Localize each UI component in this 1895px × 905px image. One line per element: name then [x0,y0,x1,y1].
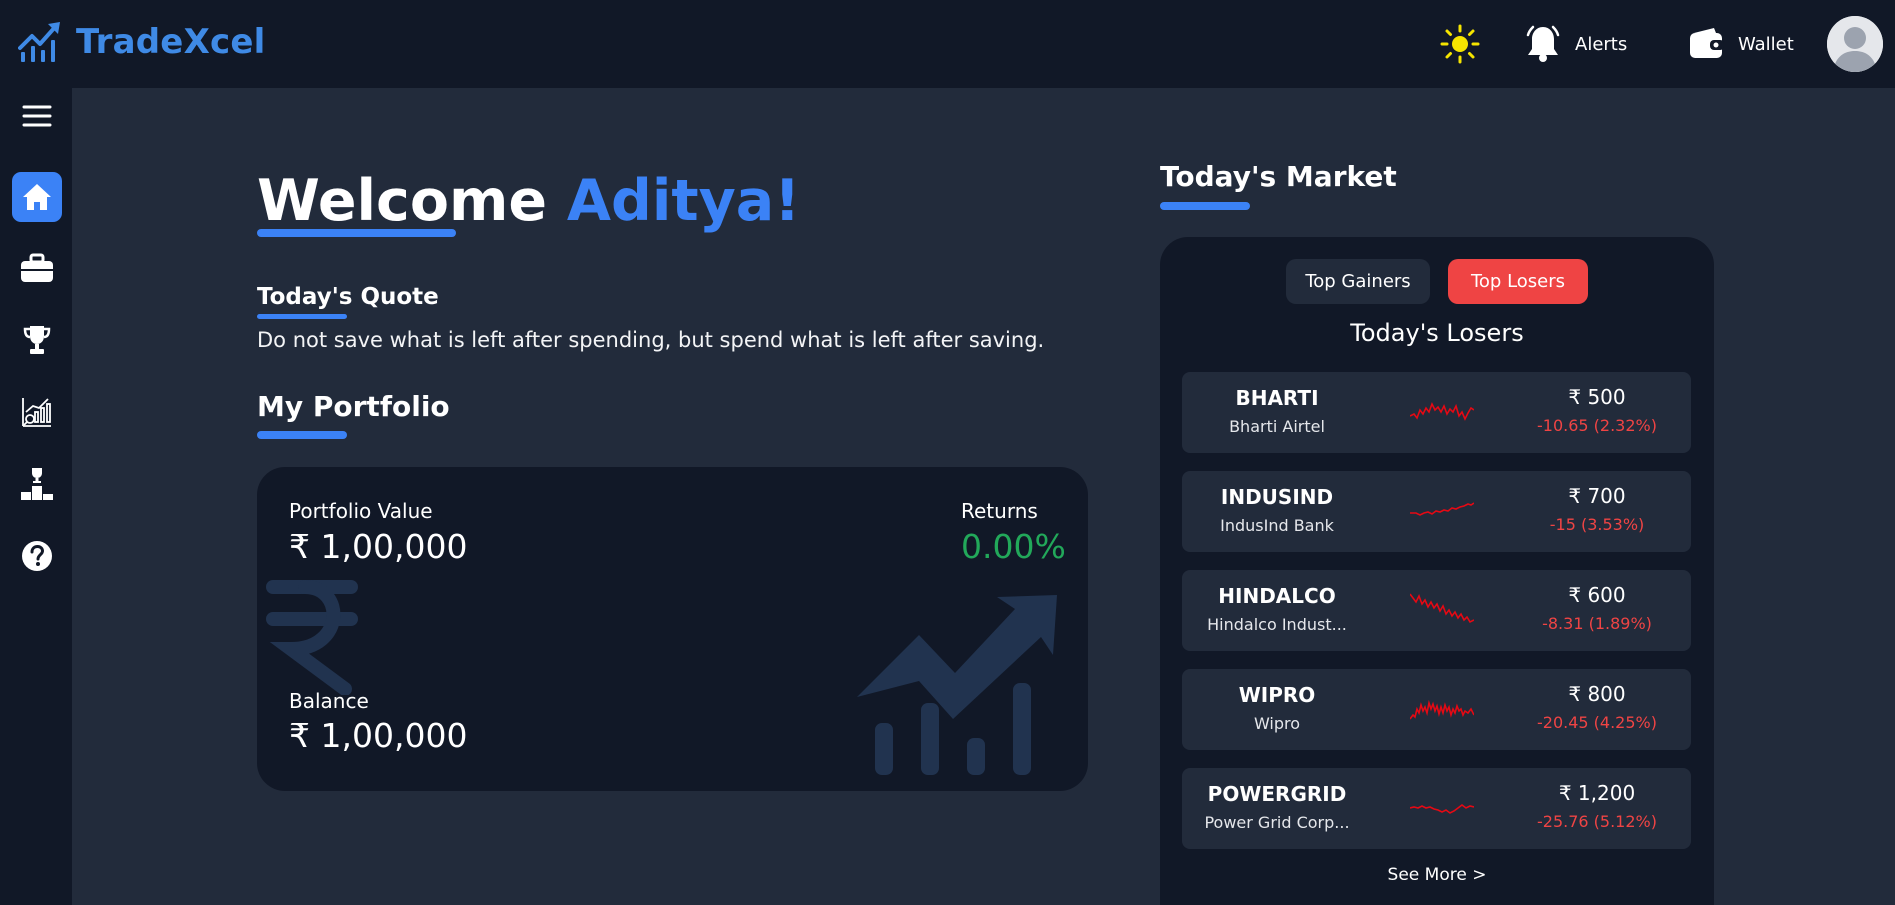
portfolio-card: Portfolio Value ₹ 1,00,000 Returns 0.00%… [257,467,1088,791]
portfolio-underline [257,431,347,439]
stock-sparkline [1410,402,1474,421]
wallet-label: Wallet [1738,33,1794,55]
menu-icon [22,105,52,127]
stock-symbol: WIPRO [1238,683,1316,707]
balance-label: Balance [289,689,369,713]
stock-change: -25.76 (5.12%) [1537,812,1657,831]
growth-chart-watermark-icon [857,595,1057,775]
stock-name: Power Grid Corp... [1204,813,1350,832]
stock-change: -20.45 (4.25%) [1537,713,1657,732]
portfolio-heading: My Portfolio [257,390,450,423]
losers-list-title: Today's Losers [1350,319,1524,347]
logo-chart-icon [18,22,60,62]
bell-icon [1526,25,1560,62]
sidebar-item-home[interactable] [12,172,62,222]
sidebar-item-analytics[interactable] [12,387,62,437]
sidebar-item-leaderboard[interactable] [12,459,62,509]
stock-row[interactable]: POWERGRID Power Grid Corp... ₹ 1,200 -25… [1182,768,1691,849]
help-icon [22,541,52,571]
trophy-icon [23,326,51,354]
briefcase-icon [21,253,53,282]
stock-symbol: INDUSIND [1220,485,1334,509]
market-card: Top Gainers Top Losers Today's Losers BH… [1160,237,1714,905]
stock-price: ₹ 1,200 [1558,781,1636,805]
stock-sparkline [1410,502,1474,516]
brand-logo[interactable]: TradeXcel [18,20,265,64]
wallet-icon [1690,28,1724,58]
stock-price: ₹ 700 [1568,484,1626,508]
portfolio-value: ₹ 1,00,000 [289,527,468,566]
welcome-underline [257,229,456,237]
stock-change: -10.65 (2.32%) [1537,416,1657,435]
stock-sparkline [1410,699,1474,720]
stock-sparkline [1410,804,1474,814]
stock-name: Hindalco Indust... [1207,615,1347,634]
welcome-user-name: Aditya! [566,168,801,234]
sidebar-item-rewards[interactable] [12,315,62,365]
stock-price: ₹ 500 [1568,385,1626,409]
leaderboard-icon [21,468,53,500]
stock-price: ₹ 800 [1568,682,1626,706]
market-heading: Today's Market [1160,160,1397,193]
avatar-icon [1827,16,1883,72]
wallet-button[interactable]: Wallet [1688,24,1794,64]
balance-value: ₹ 1,00,000 [289,716,468,755]
welcome-greeting: Welcome [257,168,548,234]
alerts-label: Alerts [1575,33,1628,55]
home-icon [23,184,51,210]
see-more-link[interactable]: See More > [1160,865,1714,885]
avatar[interactable] [1827,16,1883,72]
sidebar [0,88,72,905]
top-navbar: TradeXcel Alerts Wallet [0,0,1895,88]
stock-name: IndusInd Bank [1220,516,1334,535]
tab-top-gainers[interactable]: Top Gainers [1286,259,1430,304]
rupee-watermark-icon [266,580,358,695]
sun-icon[interactable] [1440,24,1480,64]
stock-row[interactable]: HINDALCO Hindalco Indust... ₹ 600 -8.31 … [1182,570,1691,651]
quote-heading: Today's Quote [257,284,439,310]
brand-name: TradeXcel [76,22,266,62]
stock-name: Wipro [1253,714,1301,733]
stock-row[interactable]: BHARTI Bharti Airtel ₹ 500 -10.65 (2.32%… [1182,372,1691,453]
sidebar-item-portfolio[interactable] [12,243,62,293]
alerts-button[interactable]: Alerts [1525,24,1627,64]
stock-change: -15 (3.53%) [1549,515,1645,534]
analytics-icon [22,398,51,427]
market-underline [1160,202,1250,210]
returns-value: 0.00% [961,527,1066,566]
stock-name: Bharti Airtel [1229,417,1325,436]
stock-sparkline [1410,593,1474,624]
stock-symbol: BHARTI [1235,386,1319,410]
stock-change: -8.31 (1.89%) [1542,614,1652,633]
stock-price: ₹ 600 [1568,583,1626,607]
menu-toggle-button[interactable] [12,91,62,141]
stock-row[interactable]: INDUSIND IndusInd Bank ₹ 700 -15 (3.53%) [1182,471,1691,552]
portfolio-value-label: Portfolio Value [289,499,433,523]
returns-label: Returns [961,499,1038,523]
stock-row[interactable]: WIPRO Wipro ₹ 800 -20.45 (4.25%) [1182,669,1691,750]
quote-underline [257,314,347,319]
welcome-heading: Welcome Aditya! [257,168,800,234]
sidebar-item-help[interactable] [12,531,62,581]
tab-top-losers[interactable]: Top Losers [1448,259,1588,304]
stock-symbol: POWERGRID [1207,782,1347,806]
quote-text: Do not save what is left after spending,… [257,328,1045,352]
stock-symbol: HINDALCO [1218,584,1336,608]
